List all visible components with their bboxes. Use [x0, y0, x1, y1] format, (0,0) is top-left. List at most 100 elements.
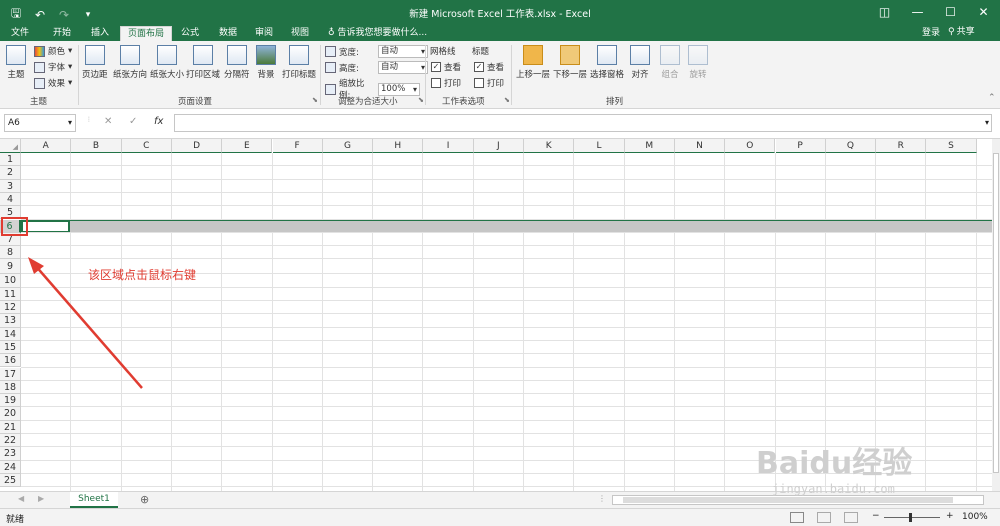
horizontal-scrollbar[interactable]: [612, 495, 984, 505]
ribbon-display-options-icon[interactable]: ◫: [868, 0, 901, 24]
page-layout-view-icon[interactable]: [817, 512, 831, 523]
active-cell[interactable]: [21, 219, 70, 233]
gridlines-view-checkbox[interactable]: ✓ 查看: [431, 61, 461, 73]
column-header[interactable]: I: [423, 139, 474, 153]
column-header[interactable]: A: [21, 139, 72, 153]
enter-icon[interactable]: ✓: [129, 116, 137, 127]
bring-forward-button[interactable]: 上移一层: [516, 45, 550, 80]
add-sheet-icon[interactable]: ⊕: [140, 493, 149, 506]
send-backward-button[interactable]: 下移一层: [553, 45, 587, 80]
group-button[interactable]: 组合: [660, 45, 680, 80]
horizontal-scroll-thumb[interactable]: [623, 497, 953, 503]
column-header[interactable]: C: [121, 139, 172, 153]
size-button[interactable]: 纸张大小: [150, 45, 184, 80]
column-header[interactable]: N: [674, 139, 726, 153]
vertical-scrollbar[interactable]: [992, 139, 1000, 491]
column-header[interactable]: H: [373, 139, 424, 153]
row-header[interactable]: 1: [0, 153, 21, 167]
sheet-tab[interactable]: Sheet1: [70, 492, 118, 508]
column-header[interactable]: J: [473, 139, 524, 153]
expand-formula-bar-icon[interactable]: ▾: [985, 118, 989, 127]
column-header[interactable]: M: [624, 139, 675, 153]
zoom-out-icon[interactable]: −: [872, 511, 880, 521]
column-header[interactable]: P: [775, 139, 826, 153]
row-header[interactable]: 19: [0, 394, 21, 408]
scale-dialog-launcher-icon[interactable]: ⬊: [418, 96, 424, 104]
column-header[interactable]: L: [574, 139, 625, 153]
column-header[interactable]: B: [71, 139, 122, 153]
breaks-button[interactable]: 分隔符: [224, 45, 250, 80]
name-box[interactable]: A6 ▾: [4, 114, 76, 132]
row-header[interactable]: 20: [0, 407, 21, 421]
row-header[interactable]: 25: [0, 473, 21, 488]
row-header[interactable]: 13: [0, 314, 21, 328]
row-header[interactable]: 11: [0, 287, 21, 301]
fonts-button[interactable]: 字体 ▾: [34, 61, 72, 73]
column-header[interactable]: R: [876, 139, 927, 153]
row-header[interactable]: 21: [0, 420, 21, 434]
share-button[interactable]: ⚲ 共享: [948, 25, 975, 39]
insert-function-icon[interactable]: fx: [154, 116, 163, 127]
tab-data[interactable]: 数据: [210, 26, 246, 41]
column-header[interactable]: K: [524, 139, 575, 153]
column-header[interactable]: G: [322, 139, 374, 153]
zoom-slider-thumb[interactable]: [909, 513, 912, 522]
selected-row[interactable]: [21, 219, 992, 233]
vertical-scroll-thumb[interactable]: [993, 153, 999, 473]
row-header[interactable]: 22: [0, 434, 21, 448]
tab-page-layout[interactable]: 页面布局: [120, 26, 172, 41]
row-header[interactable]: 17: [0, 367, 21, 381]
colors-button[interactable]: 颜色 ▾: [34, 45, 72, 57]
background-button[interactable]: 背景: [256, 45, 276, 80]
rotate-button[interactable]: 旋转: [688, 45, 708, 80]
row-header[interactable]: 14: [0, 327, 21, 341]
tell-me-box[interactable]: ♁ 告诉我您想要做什么...: [328, 26, 427, 40]
row-header[interactable]: 2: [0, 166, 21, 180]
column-header[interactable]: D: [171, 139, 223, 153]
tab-insert[interactable]: 插入: [82, 26, 118, 41]
column-header[interactable]: E: [222, 139, 273, 153]
row-header[interactable]: 24: [0, 460, 21, 474]
orientation-button[interactable]: 纸张方向: [113, 45, 147, 80]
row-header[interactable]: 9: [0, 259, 21, 275]
row-header[interactable]: 10: [0, 274, 21, 288]
page-setup-dialog-launcher-icon[interactable]: ⬊: [312, 96, 318, 104]
headings-print-checkbox[interactable]: 打印: [474, 77, 504, 89]
column-header[interactable]: Q: [825, 139, 877, 153]
column-header[interactable]: O: [725, 139, 776, 153]
scale-spinner[interactable]: 100%: [378, 82, 420, 96]
next-sheet-icon[interactable]: ▶: [38, 494, 44, 503]
selection-pane-button[interactable]: 选择窗格: [590, 45, 624, 80]
row-header[interactable]: 3: [0, 179, 21, 193]
row-header[interactable]: 23: [0, 447, 21, 461]
effects-button[interactable]: 效果 ▾: [34, 77, 72, 89]
row-header[interactable]: 12: [0, 301, 21, 315]
tab-file[interactable]: 文件: [4, 26, 36, 41]
row-header[interactable]: 4: [0, 192, 21, 207]
align-button[interactable]: 对齐: [630, 45, 650, 80]
gridlines-print-checkbox[interactable]: 打印: [431, 77, 461, 89]
cancel-icon[interactable]: ✕: [104, 116, 112, 127]
sheet-options-dialog-launcher-icon[interactable]: ⬊: [504, 96, 510, 104]
sign-in-link[interactable]: 登录: [922, 26, 940, 40]
headings-view-checkbox[interactable]: ✓ 查看: [474, 61, 504, 73]
page-break-preview-icon[interactable]: [844, 512, 858, 523]
themes-button[interactable]: 主题: [6, 45, 26, 80]
zoom-level[interactable]: 100%: [962, 512, 988, 522]
tab-home[interactable]: 开始: [44, 26, 80, 41]
column-header[interactable]: S: [926, 139, 977, 153]
splitter-icon[interactable]: ⋮: [598, 494, 606, 503]
column-header[interactable]: F: [272, 139, 323, 153]
height-select[interactable]: 自动: [378, 61, 428, 74]
print-area-button[interactable]: 打印区域: [186, 45, 220, 80]
width-select[interactable]: 自动: [378, 45, 428, 58]
collapse-ribbon-icon[interactable]: ⌃: [988, 93, 996, 103]
row-header[interactable]: 18: [0, 380, 21, 395]
row-header[interactable]: 15: [0, 340, 21, 355]
zoom-in-icon[interactable]: +: [946, 511, 954, 521]
row-header[interactable]: 16: [0, 354, 21, 368]
margins-button[interactable]: 页边距: [82, 45, 108, 80]
tab-view[interactable]: 视图: [282, 26, 318, 41]
formula-input[interactable]: [174, 114, 992, 132]
row-header[interactable]: 8: [0, 246, 21, 260]
